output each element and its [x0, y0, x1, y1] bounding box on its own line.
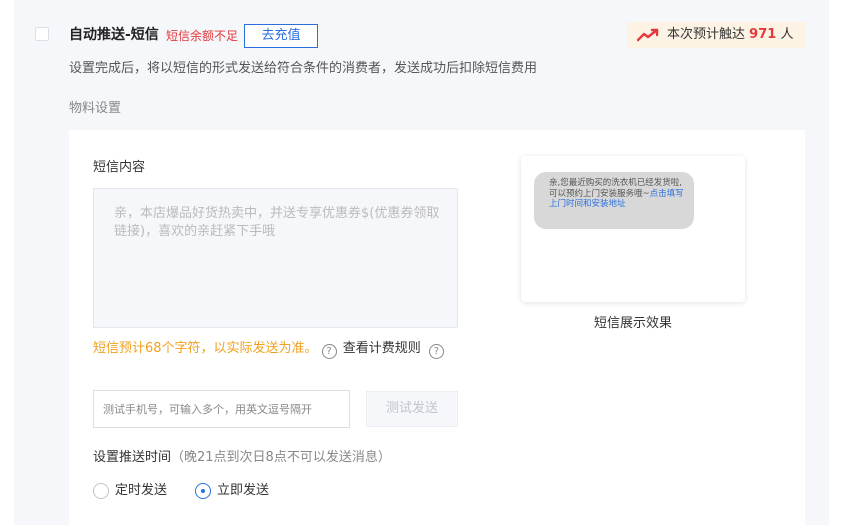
- reach-count: 971: [749, 27, 777, 42]
- sms-preview-card: 亲,您最近购买的洗衣机已经发货啦,可以预约上门安装服务哦~点击填写上门时间和安装…: [521, 156, 745, 302]
- recharge-button[interactable]: 去充值: [244, 24, 318, 48]
- sms-content-label: 短信内容: [93, 160, 146, 175]
- push-time-label: 设置推送时间（晚21点到次日8点不可以发送消息）: [93, 448, 391, 468]
- reach-suffix: 人: [780, 27, 794, 42]
- test-send-button[interactable]: 测试发送: [366, 391, 458, 427]
- trend-line-icon: [637, 28, 659, 42]
- balance-warning: 短信余额不足: [166, 29, 239, 43]
- radio-label: 定时发送: [115, 483, 168, 498]
- section-title: 自动推送-短信: [69, 27, 159, 43]
- radio-circle-checked[interactable]: [195, 483, 211, 499]
- reach-estimate-badge: 本次预计触达 971 人: [627, 22, 805, 48]
- sms-preview-bubble: 亲,您最近购买的洗衣机已经发货啦,可以预约上门安装服务哦~点击填写上门时间和安装…: [534, 172, 694, 229]
- char-count-note: 短信预计68个字符，以实际发送为准。? 查看计费规则 ?: [93, 339, 446, 359]
- push-time-hint: （晚21点到次日8点不可以发送消息）: [171, 450, 391, 465]
- help-icon[interactable]: ?: [428, 344, 444, 359]
- help-icon[interactable]: ?: [321, 344, 337, 359]
- reach-prefix: 本次预计触达: [667, 27, 746, 42]
- radio-circle[interactable]: [93, 483, 109, 499]
- radio-label: 立即发送: [217, 483, 270, 498]
- material-settings-label: 物料设置: [69, 101, 122, 116]
- test-phone-input[interactable]: [93, 390, 350, 428]
- sms-content-textarea[interactable]: 亲，本店爆品好货热卖中，并送专享优惠券$(优惠券领取链接)，喜欢的亲赶紧下手哦: [93, 188, 458, 328]
- billing-rule-link[interactable]: 查看计费规则: [343, 341, 421, 356]
- preview-caption: 短信展示效果: [593, 316, 672, 331]
- char-count-text: 短信预计68个字符，以实际发送为准。: [93, 341, 318, 356]
- push-time-title: 设置推送时间: [93, 450, 172, 465]
- section-description: 设置完成后，将以短信的形式发送给符合条件的消费者，发送成功后扣除短信费用: [69, 61, 538, 76]
- sms-content-placeholder: 亲，本店爆品好货热卖中，并送专享优惠券$(优惠券领取链接)，喜欢的亲赶紧下手哦: [114, 206, 440, 239]
- enable-sms-checkbox[interactable]: [35, 27, 49, 41]
